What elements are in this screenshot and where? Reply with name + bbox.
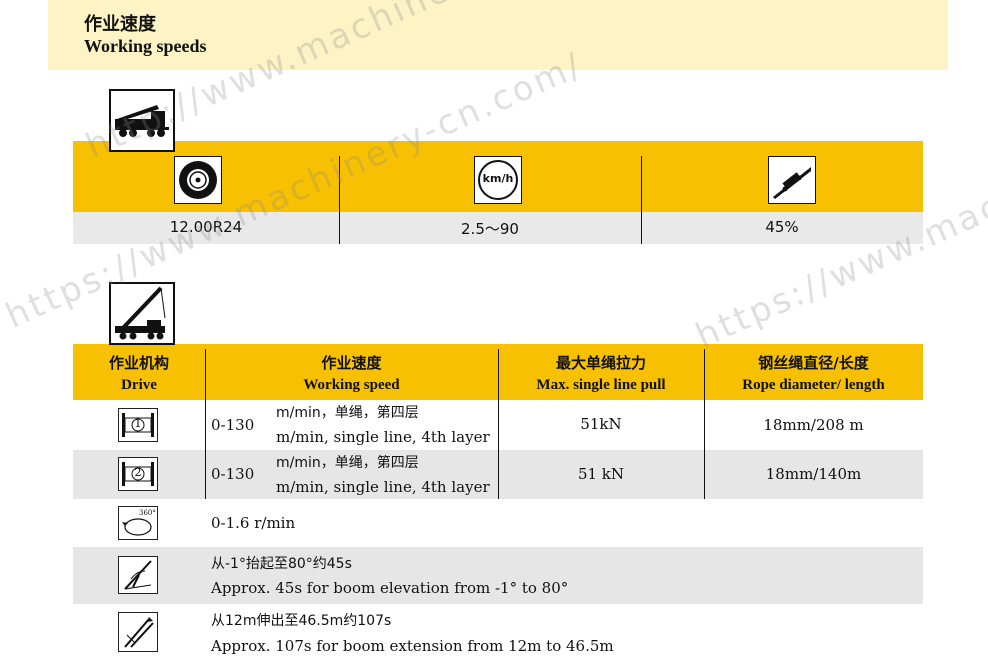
section-title-cn: 作业速度 — [84, 14, 156, 35]
boom-elevation-icon — [118, 556, 158, 594]
speed-unit-cn: m/min，单绳，第四层 — [276, 455, 419, 471]
speed-unit-en: m/min, single line, 4th layer — [276, 428, 490, 446]
max-pull-value: 51kN — [580, 415, 622, 433]
boom-elevation-cn: 从-1°抬起至80°约45s — [211, 556, 352, 572]
winch-badge: 1 — [134, 417, 142, 430]
header-rope: 钢丝绳直径/长度 Rope diameter/ length — [742, 354, 885, 393]
speed-unit-en: m/min, single line, 4th layer — [276, 478, 490, 496]
winch-1-icon: 1 — [118, 408, 158, 442]
travel-speed-value: 2.5～90 — [461, 220, 519, 238]
crane-icon — [109, 282, 175, 345]
header-drive: 作业机构 Drive — [108, 354, 169, 393]
speed-range: 0-130 — [211, 416, 255, 434]
max-pull-value: 51 kN — [577, 465, 625, 483]
truck-icon — [109, 89, 175, 152]
tire-size-value: 12.00R24 — [169, 218, 243, 236]
header-max-pull: 最大单绳拉力 Max. single line pull — [536, 354, 666, 393]
slewing-speed: 0-1.6 r/min — [211, 514, 296, 532]
table-row: 360° 0-1.6 r/min — [73, 499, 923, 547]
gradeability-value: 45% — [765, 218, 799, 236]
winch-2-icon: 2 — [118, 457, 158, 491]
kmh-icon: km/h — [474, 156, 522, 204]
kmh-label: km/h — [482, 172, 514, 185]
rope-value: 18mm/140m — [765, 465, 862, 483]
gradeability-icon — [768, 156, 816, 204]
speed-range: 0-130 — [211, 465, 255, 483]
slewing-icon: 360° — [118, 506, 158, 540]
table-row: 从12m伸出至46.5m约107s Approx. 107s for boom … — [73, 604, 923, 667]
slewing-badge: 360° — [139, 509, 156, 517]
rope-value: 18mm/208 m — [763, 416, 864, 434]
boom-elevation-en: Approx. 45s for boom elevation from -1° … — [211, 579, 569, 597]
tire-icon — [174, 156, 222, 204]
winch-badge: 2 — [134, 466, 142, 479]
table-row: 从-1°抬起至80°约45s Approx. 45s for boom elev… — [73, 547, 923, 604]
header-working-speed: 作业速度 Working speed — [303, 354, 400, 393]
speed-unit-cn: m/min，单绳，第四层 — [276, 405, 419, 421]
section-title-en: Working speeds — [84, 36, 207, 56]
boom-extension-cn: 从12m伸出至46.5m约107s — [211, 613, 392, 629]
boom-extension-icon — [118, 612, 158, 652]
boom-extension-en: Approx. 107s for boom extension from 12m… — [211, 637, 614, 655]
section-header: 作业速度 Working speeds — [48, 0, 948, 70]
